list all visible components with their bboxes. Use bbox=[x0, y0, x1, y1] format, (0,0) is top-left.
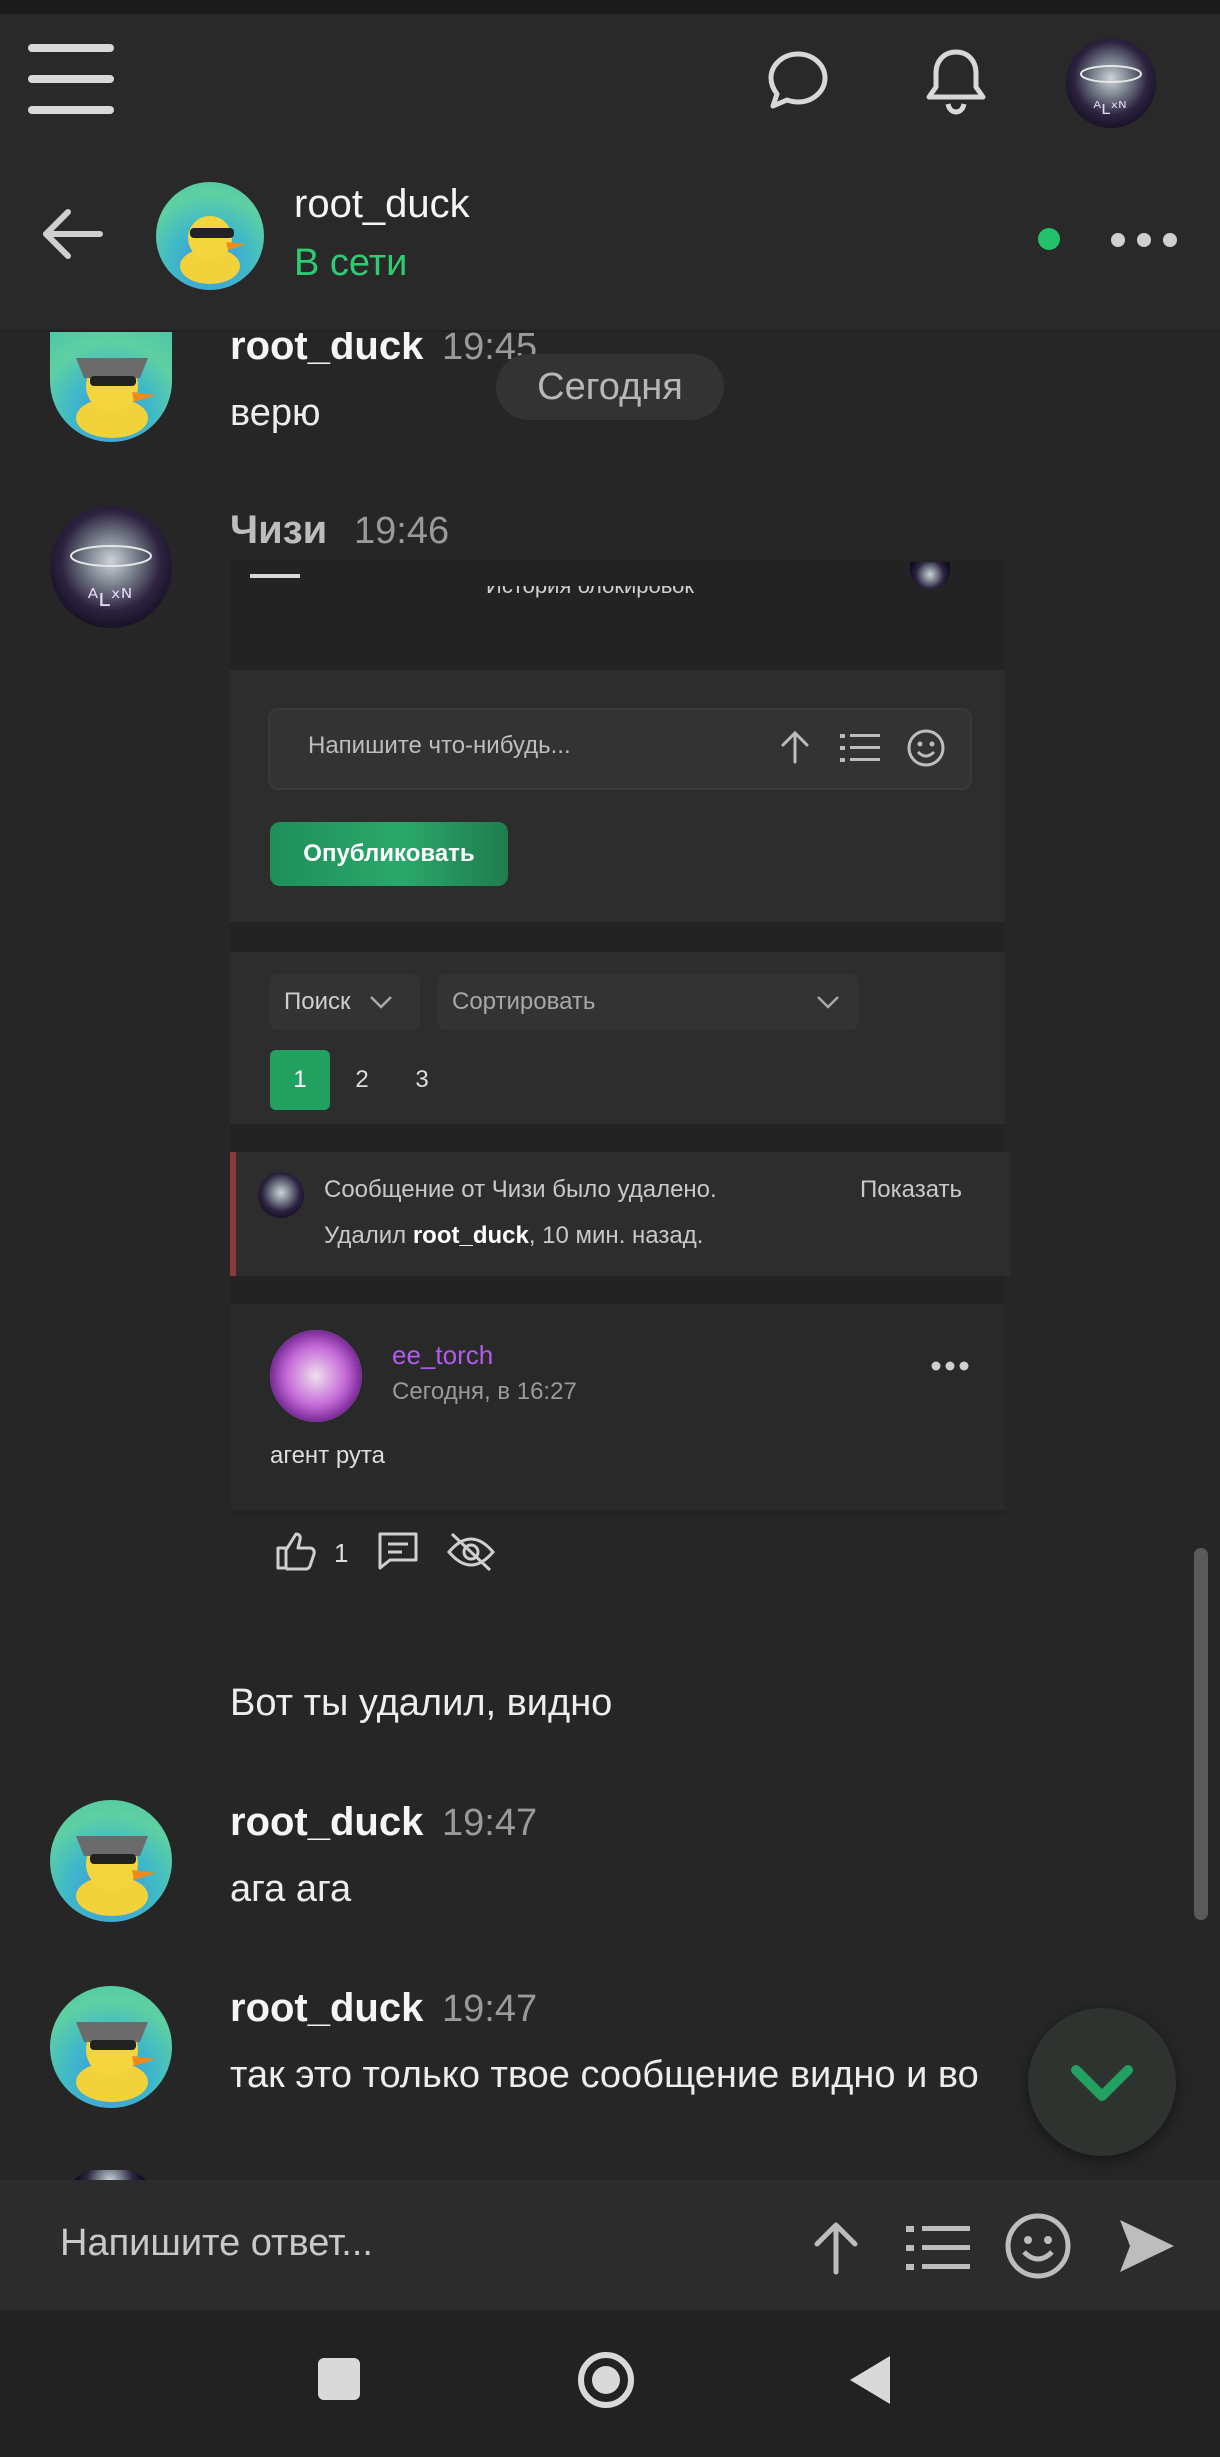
recents-square-icon[interactable] bbox=[318, 2358, 360, 2400]
list-icon[interactable] bbox=[906, 2224, 970, 2272]
post-more-icon[interactable] bbox=[930, 1360, 970, 1372]
publish-button[interactable]: Опубликовать bbox=[270, 822, 508, 886]
search-dropdown-label: Поиск bbox=[284, 988, 351, 1015]
chevron-down-icon bbox=[369, 996, 392, 1009]
deleted-by-user[interactable]: root_duck bbox=[413, 1222, 529, 1249]
upload-arrow-icon[interactable] bbox=[812, 2220, 860, 2276]
profile-avatar[interactable]: ᴬʟˣᴺ bbox=[1066, 38, 1156, 128]
contact-avatar[interactable] bbox=[156, 182, 264, 290]
emoji-icon[interactable] bbox=[906, 728, 946, 768]
upload-arrow-icon[interactable] bbox=[778, 730, 812, 764]
message-time: 19:47 bbox=[442, 1802, 538, 1844]
more-options-icon[interactable] bbox=[1108, 230, 1180, 250]
message-author: Чизи bbox=[230, 508, 328, 552]
page-button-2[interactable]: 2 bbox=[332, 1050, 392, 1110]
svg-text:ᴬʟˣᴺ: ᴬʟˣᴺ bbox=[1093, 98, 1126, 119]
cut-title: История блокировок bbox=[486, 586, 694, 598]
attached-screenshot[interactable]: История блокировок Напишите что-нибудь..… bbox=[230, 560, 1011, 1572]
deleted-by-suffix: , 10 мин. назад. bbox=[528, 1222, 704, 1249]
tab-indicator bbox=[250, 574, 300, 578]
scroll-to-bottom-button[interactable] bbox=[1028, 2008, 1176, 2156]
reply-input[interactable]: Напишите ответ... bbox=[60, 2222, 373, 2265]
back-arrow-icon[interactable] bbox=[40, 206, 106, 262]
hide-eye-icon[interactable] bbox=[446, 1530, 496, 1574]
post-author-avatar[interactable] bbox=[270, 1330, 362, 1422]
online-dot bbox=[1038, 228, 1060, 250]
deleted-notice bbox=[230, 1152, 1011, 1276]
chevron-down-icon bbox=[817, 996, 839, 1009]
back-triangle-icon[interactable] bbox=[848, 2354, 892, 2406]
page-button-3[interactable]: 3 bbox=[392, 1050, 452, 1110]
deleted-by-prefix: Удалил bbox=[324, 1222, 413, 1249]
emoji-icon[interactable] bbox=[1004, 2212, 1072, 2280]
post-text: агент рута bbox=[270, 1442, 385, 1469]
svg-text:ᴬʟˣᴺ: ᴬʟˣᴺ bbox=[88, 584, 132, 612]
comment-icon[interactable] bbox=[376, 1530, 420, 1572]
contact-status: В сети bbox=[294, 242, 408, 284]
message-avatar[interactable] bbox=[50, 332, 172, 442]
search-dropdown[interactable]: Поиск bbox=[270, 974, 420, 1030]
message-text: ага ага bbox=[230, 1868, 352, 1910]
message-author: root_duck bbox=[230, 332, 424, 368]
message-author: root_duck bbox=[230, 1986, 424, 2030]
send-icon[interactable] bbox=[1116, 2216, 1176, 2276]
bell-icon[interactable] bbox=[924, 44, 988, 116]
scrollbar[interactable] bbox=[1194, 1548, 1208, 1920]
page-button-1[interactable]: 1 bbox=[270, 1050, 330, 1110]
deleted-user-avatar bbox=[258, 1172, 304, 1218]
sort-dropdown-label: Сортировать bbox=[452, 988, 596, 1015]
home-circle-icon[interactable] bbox=[576, 2350, 636, 2410]
post-author[interactable]: ee_torch bbox=[392, 1340, 493, 1371]
message-time: 19:47 bbox=[442, 1988, 538, 2030]
deleted-by-line: Удалил root_duck, 10 мин. назад. bbox=[324, 1222, 703, 1250]
speech-bubble-icon[interactable] bbox=[766, 48, 830, 112]
sort-dropdown[interactable]: Сортировать bbox=[438, 974, 858, 1030]
message-author: root_duck bbox=[230, 1800, 424, 1844]
post-time: Сегодня, в 16:27 bbox=[392, 1378, 577, 1405]
message-text: так это только твое сообщение видно и во bbox=[230, 2054, 979, 2096]
deleted-notice-text: Сообщение от Чизи было удалено. bbox=[324, 1176, 717, 1203]
day-separator: Сегодня bbox=[496, 354, 724, 420]
status-strip bbox=[0, 0, 1220, 14]
post-input-placeholder: Напишите что-нибудь... bbox=[308, 732, 571, 759]
message-text: Вот ты удалил, видно bbox=[230, 1682, 613, 1724]
hamburger-icon[interactable] bbox=[28, 42, 114, 116]
like-icon[interactable] bbox=[274, 1528, 318, 1572]
message-text: верю bbox=[230, 392, 321, 434]
list-icon[interactable] bbox=[840, 732, 880, 764]
contact-name: root_duck bbox=[294, 182, 470, 226]
message-avatar[interactable]: ᴬʟˣᴺ bbox=[50, 506, 172, 628]
show-link[interactable]: Показать bbox=[860, 1176, 962, 1204]
message-avatar[interactable] bbox=[50, 1800, 172, 1922]
message-time: 19:46 bbox=[354, 510, 450, 552]
message-avatar[interactable] bbox=[50, 1986, 172, 2108]
like-count: 1 bbox=[334, 1538, 349, 1568]
cut-avatar bbox=[910, 562, 950, 590]
app-header bbox=[0, 0, 1220, 160]
